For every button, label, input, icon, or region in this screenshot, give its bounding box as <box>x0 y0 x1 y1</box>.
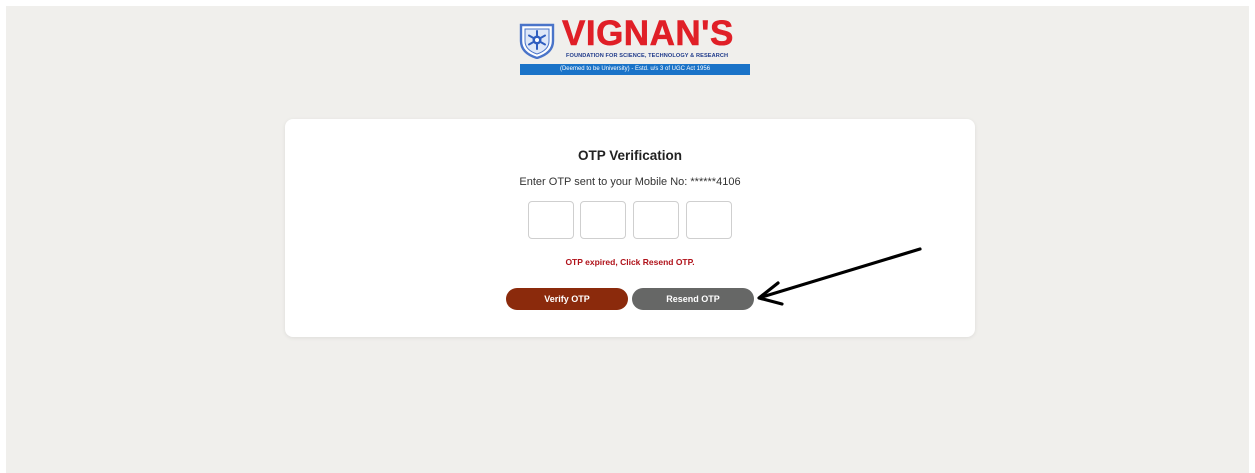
pointer-arrow-icon <box>757 247 922 306</box>
brand-tagline: FOUNDATION FOR SCIENCE, TECHNOLOGY & RES… <box>566 53 729 59</box>
verify-otp-button[interactable]: Verify OTP <box>506 288 628 310</box>
page-title: OTP Verification <box>577 148 683 163</box>
university-emblem-icon <box>519 23 555 59</box>
brand-banner: (Deemed to be University) - Estd. u/s 3 … <box>520 64 750 75</box>
otp-digit-4-input[interactable] <box>686 201 732 239</box>
brand-name: VIGNAN'S <box>562 14 734 53</box>
page-background: VIGNAN'S FOUNDATION FOR SCIENCE, TECHNOL… <box>6 6 1249 473</box>
resend-otp-button[interactable]: Resend OTP <box>632 288 754 310</box>
otp-digit-1-input[interactable] <box>528 201 574 239</box>
otp-digit-3-input[interactable] <box>633 201 679 239</box>
university-logo: VIGNAN'S FOUNDATION FOR SCIENCE, TECHNOL… <box>518 14 754 83</box>
otp-input-group <box>528 201 738 241</box>
otp-digit-2-input[interactable] <box>580 201 626 239</box>
otp-instructions: Enter OTP sent to your Mobile No: ******… <box>519 176 741 188</box>
